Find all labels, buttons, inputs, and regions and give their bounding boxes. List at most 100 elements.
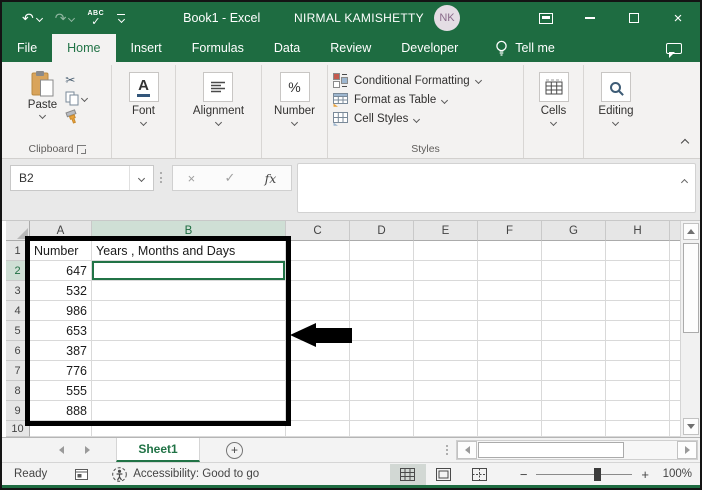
- cell[interactable]: [542, 341, 606, 361]
- column-header-G[interactable]: G: [542, 221, 606, 241]
- row-header-10[interactable]: 10: [6, 421, 30, 437]
- cell[interactable]: [286, 421, 350, 437]
- cell-B3[interactable]: [92, 281, 286, 301]
- cell[interactable]: [350, 361, 414, 381]
- row-header-4[interactable]: 4: [6, 301, 30, 321]
- cell-B1[interactable]: Years , Months and Days: [92, 241, 286, 261]
- expand-formula-bar-button[interactable]: [680, 172, 689, 190]
- cell[interactable]: [286, 361, 350, 381]
- row-header-5[interactable]: 5: [6, 321, 30, 341]
- tell-me-box[interactable]: Tell me: [495, 34, 555, 62]
- tab-developer[interactable]: Developer: [386, 34, 473, 62]
- cell[interactable]: [286, 241, 350, 261]
- cell[interactable]: [478, 341, 542, 361]
- cell-A5[interactable]: 653: [30, 321, 92, 341]
- cell[interactable]: [414, 421, 478, 437]
- column-header-B[interactable]: B: [92, 221, 286, 241]
- cell[interactable]: [606, 381, 670, 401]
- cell-A6[interactable]: 387: [30, 341, 92, 361]
- cell[interactable]: [606, 241, 670, 261]
- cell[interactable]: [606, 281, 670, 301]
- cell[interactable]: [606, 261, 670, 281]
- cell[interactable]: [350, 261, 414, 281]
- row-header-2[interactable]: 2: [6, 261, 30, 281]
- cell-A9[interactable]: 888: [30, 401, 92, 421]
- select-all-button[interactable]: [6, 221, 30, 241]
- row-header-8[interactable]: 8: [6, 381, 30, 401]
- cell-A1[interactable]: Number: [30, 241, 92, 261]
- cell[interactable]: [414, 381, 478, 401]
- redo-button[interactable]: ↷: [55, 11, 76, 25]
- cell-A3[interactable]: 532: [30, 281, 92, 301]
- font-menu-button[interactable]: A Font: [128, 66, 159, 158]
- cell[interactable]: [542, 321, 606, 341]
- cell-B8[interactable]: [92, 381, 286, 401]
- tab-formulas[interactable]: Formulas: [177, 34, 259, 62]
- insert-function-button[interactable]: fx: [265, 171, 277, 186]
- cell[interactable]: [350, 241, 414, 261]
- tab-review[interactable]: Review: [315, 34, 386, 62]
- maximize-button[interactable]: [612, 2, 656, 34]
- zoom-slider-thumb[interactable]: [594, 467, 601, 481]
- previous-sheet-button[interactable]: [48, 438, 74, 462]
- cut-button[interactable]: ✂: [65, 72, 87, 87]
- cell[interactable]: [414, 361, 478, 381]
- cell[interactable]: [286, 321, 350, 341]
- cell[interactable]: [542, 381, 606, 401]
- column-header-C[interactable]: C: [286, 221, 350, 241]
- cell[interactable]: [478, 321, 542, 341]
- cell-B4[interactable]: [92, 301, 286, 321]
- row-header-3[interactable]: 3: [6, 281, 30, 301]
- enter-button[interactable]: ✓: [224, 170, 235, 186]
- account-name[interactable]: NIRMAL KAMISHETTY: [294, 11, 424, 25]
- cell-A7[interactable]: 776: [30, 361, 92, 381]
- cell[interactable]: [606, 421, 670, 437]
- minimize-button[interactable]: [568, 2, 612, 34]
- cell[interactable]: [350, 401, 414, 421]
- row-header-7[interactable]: 7: [6, 361, 30, 381]
- page-layout-view-button[interactable]: [426, 464, 462, 485]
- format-as-table-button[interactable]: Format as Table: [333, 93, 518, 107]
- scroll-left-button[interactable]: [457, 441, 477, 459]
- horizontal-scroll-thumb[interactable]: [478, 442, 624, 458]
- number-menu-button[interactable]: % Number: [274, 66, 315, 158]
- column-header-D[interactable]: D: [350, 221, 414, 241]
- clipboard-dialog-launcher[interactable]: [77, 144, 87, 154]
- spelling-button[interactable]: ABC ✓: [87, 10, 104, 28]
- format-painter-button[interactable]: [65, 109, 87, 125]
- cell[interactable]: [478, 261, 542, 281]
- cell[interactable]: [606, 321, 670, 341]
- scroll-right-button[interactable]: [677, 441, 697, 459]
- cell[interactable]: [478, 241, 542, 261]
- cell-B9[interactable]: [92, 401, 286, 421]
- cell[interactable]: [286, 341, 350, 361]
- macro-record-button[interactable]: [75, 468, 89, 480]
- cell[interactable]: [606, 341, 670, 361]
- customize-quick-access-button[interactable]: [117, 13, 126, 24]
- ribbon-display-options-button[interactable]: [524, 2, 568, 34]
- row-header-6[interactable]: 6: [6, 341, 30, 361]
- tab-file[interactable]: File: [2, 34, 52, 62]
- zoom-out-button[interactable]: −: [520, 467, 528, 482]
- new-sheet-button[interactable]: +: [226, 441, 243, 459]
- cell[interactable]: [286, 301, 350, 321]
- cell-styles-button[interactable]: Cell Styles: [333, 112, 518, 126]
- collapse-ribbon-button[interactable]: [680, 133, 690, 151]
- cell-A2[interactable]: 647: [30, 261, 92, 281]
- cell[interactable]: [350, 281, 414, 301]
- cell-B2-selected[interactable]: [92, 261, 286, 281]
- cell[interactable]: [414, 401, 478, 421]
- cell[interactable]: [414, 281, 478, 301]
- cell[interactable]: [542, 421, 606, 437]
- cells-menu-button[interactable]: Cells: [538, 66, 569, 158]
- cell[interactable]: [478, 301, 542, 321]
- alignment-menu-button[interactable]: Alignment: [193, 66, 244, 158]
- cell[interactable]: [414, 301, 478, 321]
- cell-B6[interactable]: [92, 341, 286, 361]
- copy-button[interactable]: [65, 91, 89, 106]
- cell[interactable]: [350, 421, 414, 437]
- cell[interactable]: [286, 381, 350, 401]
- cell-B5[interactable]: [92, 321, 286, 341]
- editing-menu-button[interactable]: Editing: [598, 66, 634, 158]
- cell[interactable]: [542, 361, 606, 381]
